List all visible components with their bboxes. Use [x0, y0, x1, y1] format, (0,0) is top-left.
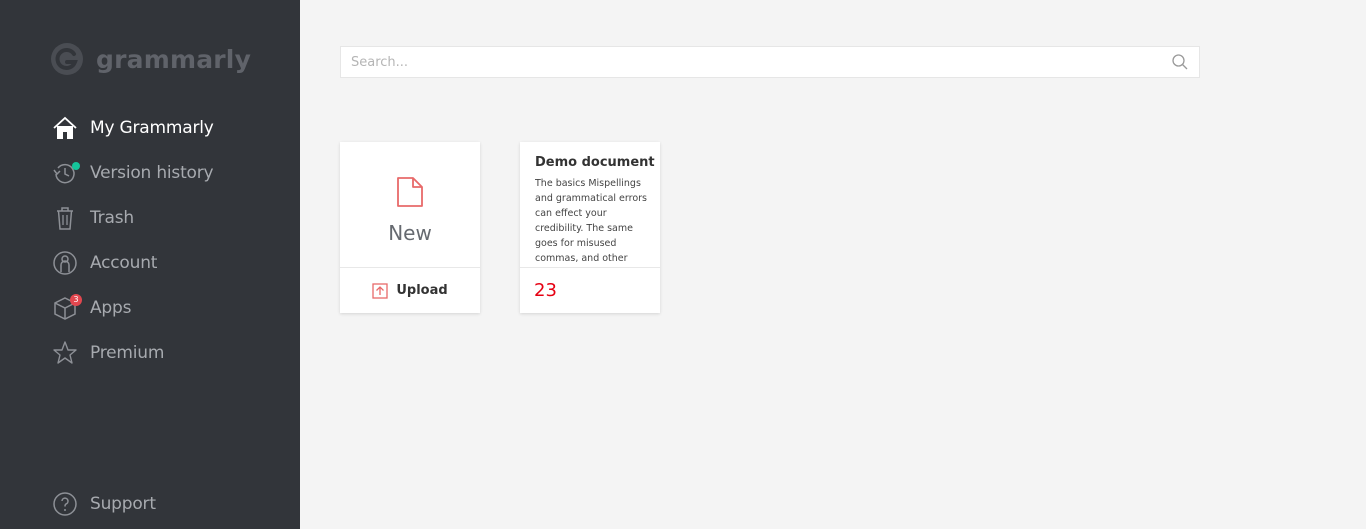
sidebar-item-my-grammarly[interactable]: My Grammarly: [0, 105, 300, 150]
grammarly-logo-icon: [51, 43, 83, 75]
home-icon: [52, 115, 78, 141]
star-icon: [52, 340, 78, 366]
sidebar-nav: My Grammarly Version history Trash Accou…: [0, 105, 300, 375]
sidebar-item-apps[interactable]: 3 Apps: [0, 285, 300, 330]
apps-badge: 3: [70, 293, 82, 306]
history-icon: [52, 160, 80, 186]
help-icon: [52, 491, 78, 517]
sidebar: grammarly My Grammarly Version history T…: [0, 0, 300, 529]
sidebar-item-support[interactable]: Support: [0, 481, 300, 526]
upload-label: Upload: [396, 283, 448, 298]
issue-count: 23: [534, 280, 557, 301]
new-document-card: New Upload: [340, 142, 480, 313]
sidebar-item-premium[interactable]: Premium: [0, 330, 300, 375]
brand-name: grammarly: [96, 44, 252, 74]
document-card-footer: 23: [520, 268, 660, 313]
document-card[interactable]: Demo document The basics Mispellings and…: [520, 142, 660, 313]
upload-button[interactable]: Upload: [340, 268, 480, 313]
upload-icon: [372, 282, 388, 299]
sidebar-item-label: Premium: [90, 342, 165, 363]
version-history-dot: [72, 161, 80, 170]
sidebar-item-label: My Grammarly: [90, 117, 214, 138]
new-document-label: New: [388, 221, 432, 245]
sidebar-item-label: Version history: [90, 162, 214, 183]
search-icon[interactable]: [1171, 53, 1189, 71]
search-input[interactable]: [341, 47, 1161, 77]
new-document-icon: [397, 177, 423, 207]
apps-icon: 3: [52, 293, 82, 321]
search-bar: [340, 46, 1200, 78]
sidebar-item-version-history[interactable]: Version history: [0, 150, 300, 195]
grammarly-logo[interactable]: grammarly: [50, 41, 251, 77]
sidebar-item-account[interactable]: Account: [0, 240, 300, 285]
sidebar-item-label: Trash: [90, 207, 134, 228]
support-section: Support: [0, 481, 300, 526]
document-title: Demo document: [535, 155, 655, 170]
new-document-button[interactable]: New: [340, 142, 480, 267]
sidebar-item-label: Apps: [90, 297, 132, 318]
sidebar-item-label: Account: [90, 252, 158, 273]
account-icon: [52, 250, 78, 276]
sidebar-item-trash[interactable]: Trash: [0, 195, 300, 240]
trash-icon: [52, 205, 78, 231]
document-excerpt: The basics Mispellings and grammatical e…: [535, 178, 647, 264]
sidebar-item-label: Support: [90, 493, 156, 514]
document-card-content[interactable]: Demo document The basics Mispellings and…: [520, 142, 660, 267]
